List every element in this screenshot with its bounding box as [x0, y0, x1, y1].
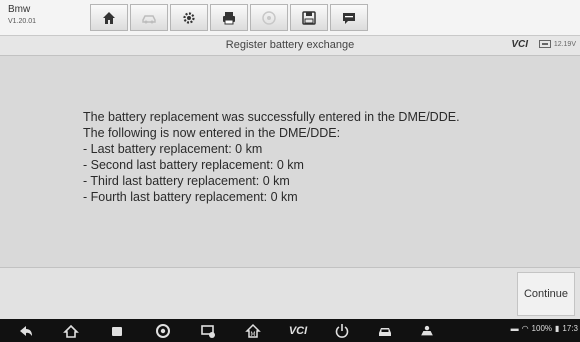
recent-apps-button[interactable]	[107, 322, 127, 339]
print-icon	[223, 11, 235, 24]
home-button[interactable]	[90, 4, 128, 31]
svg-text:M: M	[250, 331, 255, 338]
chrome-button[interactable]	[153, 322, 173, 339]
function-toolbar	[90, 4, 370, 31]
vci-manager-button[interactable]: VCI	[285, 322, 311, 339]
vehicle-info: Bmw V1.20.01	[8, 4, 37, 26]
message-button[interactable]	[330, 4, 368, 31]
result-message: The battery replacement was successfully…	[83, 109, 460, 205]
message-line: - Second last battery replacement: 0 km	[83, 158, 304, 172]
technician-button[interactable]	[414, 322, 440, 339]
continue-button[interactable]: Continue	[517, 272, 575, 316]
chrome-icon	[156, 323, 170, 338]
home-nav-button[interactable]	[61, 322, 81, 339]
battery-percent: 100%	[531, 324, 553, 333]
wifi-icon: ◠	[521, 324, 529, 333]
maxisys-home-button[interactable]: M	[243, 322, 263, 339]
car-battery-icon	[538, 40, 551, 48]
system-status: ▬ ◠ 100% ▮ 17:3	[511, 324, 578, 333]
clock: 17:3	[562, 324, 578, 333]
screen-record-icon	[201, 324, 215, 338]
vehicle-swap-button[interactable]	[130, 4, 168, 31]
back-icon	[20, 325, 32, 336]
notification-icon: ▬	[510, 324, 519, 333]
vehicle-swap-icon	[142, 14, 156, 23]
save-button[interactable]	[290, 4, 328, 31]
home-icon	[103, 11, 115, 24]
save-icon	[302, 10, 316, 25]
message-line: - Third last battery replacement: 0 km	[83, 174, 290, 188]
power-icon	[335, 323, 349, 338]
car-icon	[379, 327, 391, 336]
message-area: The battery replacement was successfully…	[0, 57, 580, 267]
technician-icon	[421, 325, 433, 335]
help-button[interactable]	[250, 4, 288, 31]
battery-voltage-indicator: 12.19V	[538, 40, 576, 48]
page-title: Register battery exchange	[225, 39, 355, 51]
vehicle-make: Bmw	[8, 4, 31, 15]
message-line: - Last battery replacement: 0 km	[83, 142, 263, 156]
settings-gear-icon	[183, 11, 195, 24]
message-line: The battery replacement was successfully…	[83, 110, 460, 124]
message-line: - Fourth last battery replacement: 0 km	[83, 190, 298, 204]
back-button[interactable]	[16, 322, 36, 339]
vci-icon: VCI	[288, 324, 308, 337]
message-line: The following is now entered in the DME/…	[83, 126, 341, 140]
screen-record-button[interactable]	[198, 322, 218, 339]
top-toolbar: Bmw V1.20.01	[0, 0, 580, 36]
car-button[interactable]	[375, 322, 395, 339]
home-icon	[63, 324, 79, 338]
recent-apps-icon	[112, 326, 122, 336]
software-version: V1.20.01	[8, 18, 37, 25]
battery-voltage: 12.19V	[553, 40, 576, 48]
maxisys-home-icon: M	[245, 323, 261, 338]
vci-status-label: VCI	[511, 39, 528, 50]
title-bar: Register battery exchange VCI 12.19V	[0, 36, 580, 56]
action-footer: Continue	[0, 267, 580, 319]
android-navigation-bar: M VCI ▬ ◠ 100% ▮ 17:3	[0, 319, 580, 342]
settings-button[interactable]	[170, 4, 208, 31]
help-icon	[262, 10, 276, 25]
print-button[interactable]	[210, 4, 248, 31]
message-icon	[343, 12, 355, 24]
power-button[interactable]	[332, 322, 352, 339]
battery-icon: ▮	[555, 324, 560, 333]
